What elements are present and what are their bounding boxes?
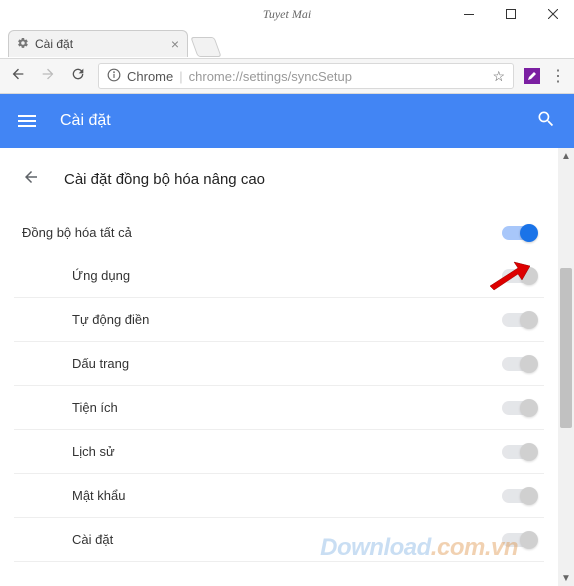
sync-all-toggle[interactable] (502, 226, 536, 240)
minimize-button[interactable] (448, 0, 490, 28)
browser-menu-button[interactable]: ⋮ (550, 66, 566, 86)
arrow-left-icon (10, 66, 26, 82)
address-bar[interactable]: Chrome | chrome://settings/syncSetup ☆ (98, 63, 514, 89)
tab-strip: Cài đặt × (0, 28, 574, 58)
toggle-knob (520, 443, 538, 461)
setting-label: Dấu trang (72, 356, 129, 371)
setting-row: Tự động điền (14, 298, 544, 342)
page-title: Cài đặt đồng bộ hóa nâng cao (64, 171, 265, 188)
annotation-arrow (488, 258, 530, 297)
search-icon (536, 109, 556, 129)
url-scheme: Chrome (127, 69, 173, 84)
toggle-autofill[interactable] (502, 313, 536, 327)
setting-row: Mật khẩu (14, 474, 544, 518)
minimize-icon (464, 14, 474, 15)
toggle-passwords[interactable] (502, 489, 536, 503)
pencil-icon (527, 71, 537, 81)
setting-row: Tiện ích (14, 386, 544, 430)
toggle-knob (520, 355, 538, 373)
toggle-knob (520, 487, 538, 505)
setting-label: Cài đặt (72, 532, 113, 547)
toggle-history[interactable] (502, 445, 536, 459)
content-wrapper: Cài đặt đồng bộ hóa nâng cao Đồng bộ hóa… (0, 148, 574, 586)
gear-icon (17, 37, 29, 52)
scroll-down-icon[interactable]: ▼ (558, 570, 574, 586)
window-controls (448, 0, 574, 28)
watermark: Download.com.vn (320, 534, 518, 562)
site-info-icon[interactable] (107, 68, 121, 85)
arrow-right-icon (40, 66, 56, 82)
browser-tab[interactable]: Cài đặt × (8, 30, 188, 57)
reload-button[interactable] (68, 66, 88, 87)
watermark-main: Download (320, 534, 431, 561)
forward-button[interactable] (38, 66, 58, 87)
setting-label: Lịch sử (72, 444, 115, 459)
watermark-suffix: .com.vn (431, 534, 518, 561)
bookmark-star-icon[interactable]: ☆ (492, 68, 505, 85)
new-tab-button[interactable] (190, 37, 221, 57)
reload-icon (70, 66, 86, 82)
search-button[interactable] (536, 109, 556, 134)
settings-content: Cài đặt đồng bộ hóa nâng cao Đồng bộ hóa… (0, 148, 558, 586)
setting-label: Mật khẩu (72, 488, 125, 503)
toggle-knob (520, 399, 538, 417)
toggle-knob (520, 224, 538, 242)
setting-label: Tiện ích (72, 400, 118, 415)
scroll-thumb[interactable] (560, 268, 572, 428)
setting-row: Lịch sử (14, 430, 544, 474)
hamburger-icon (18, 115, 36, 117)
sync-all-row: Đồng bộ hóa tất cả (14, 211, 544, 254)
toggle-knob (520, 311, 538, 329)
setting-row: Dấu trang (14, 342, 544, 386)
page-header: Cài đặt đồng bộ hóa nâng cao (14, 148, 544, 211)
extension-icon[interactable] (524, 68, 540, 84)
back-button[interactable] (8, 66, 28, 87)
scrollbar[interactable]: ▲ ▼ (558, 148, 574, 586)
window-title: Tuyet Mai (263, 7, 311, 22)
toggle-extensions[interactable] (502, 401, 536, 415)
settings-header: Cài đặt (0, 94, 574, 148)
browser-toolbar: Chrome | chrome://settings/syncSetup ☆ ⋮ (0, 58, 574, 94)
red-arrow-icon (488, 258, 530, 292)
setting-label: Ứng dụng (72, 268, 130, 283)
close-button[interactable] (532, 0, 574, 28)
toggle-bookmarks[interactable] (502, 357, 536, 371)
url-divider: | (179, 69, 182, 84)
header-title: Cài đặt (60, 112, 111, 130)
sync-all-label: Đồng bộ hóa tất cả (22, 225, 132, 240)
page-back-button[interactable] (22, 168, 40, 191)
menu-button[interactable] (18, 115, 36, 127)
close-icon (548, 9, 558, 19)
toggle-knob (520, 531, 538, 549)
scroll-up-icon[interactable]: ▲ (558, 148, 574, 164)
arrow-left-icon (22, 168, 40, 186)
window-titlebar: Tuyet Mai (0, 0, 574, 28)
maximize-icon (506, 9, 516, 19)
url-text: chrome://settings/syncSetup (189, 69, 352, 84)
tab-title: Cài đặt (35, 37, 73, 51)
setting-row: Ứng dụng (14, 254, 544, 298)
maximize-button[interactable] (490, 0, 532, 28)
tab-close-icon[interactable]: × (171, 36, 179, 52)
setting-label: Tự động điền (72, 312, 149, 327)
